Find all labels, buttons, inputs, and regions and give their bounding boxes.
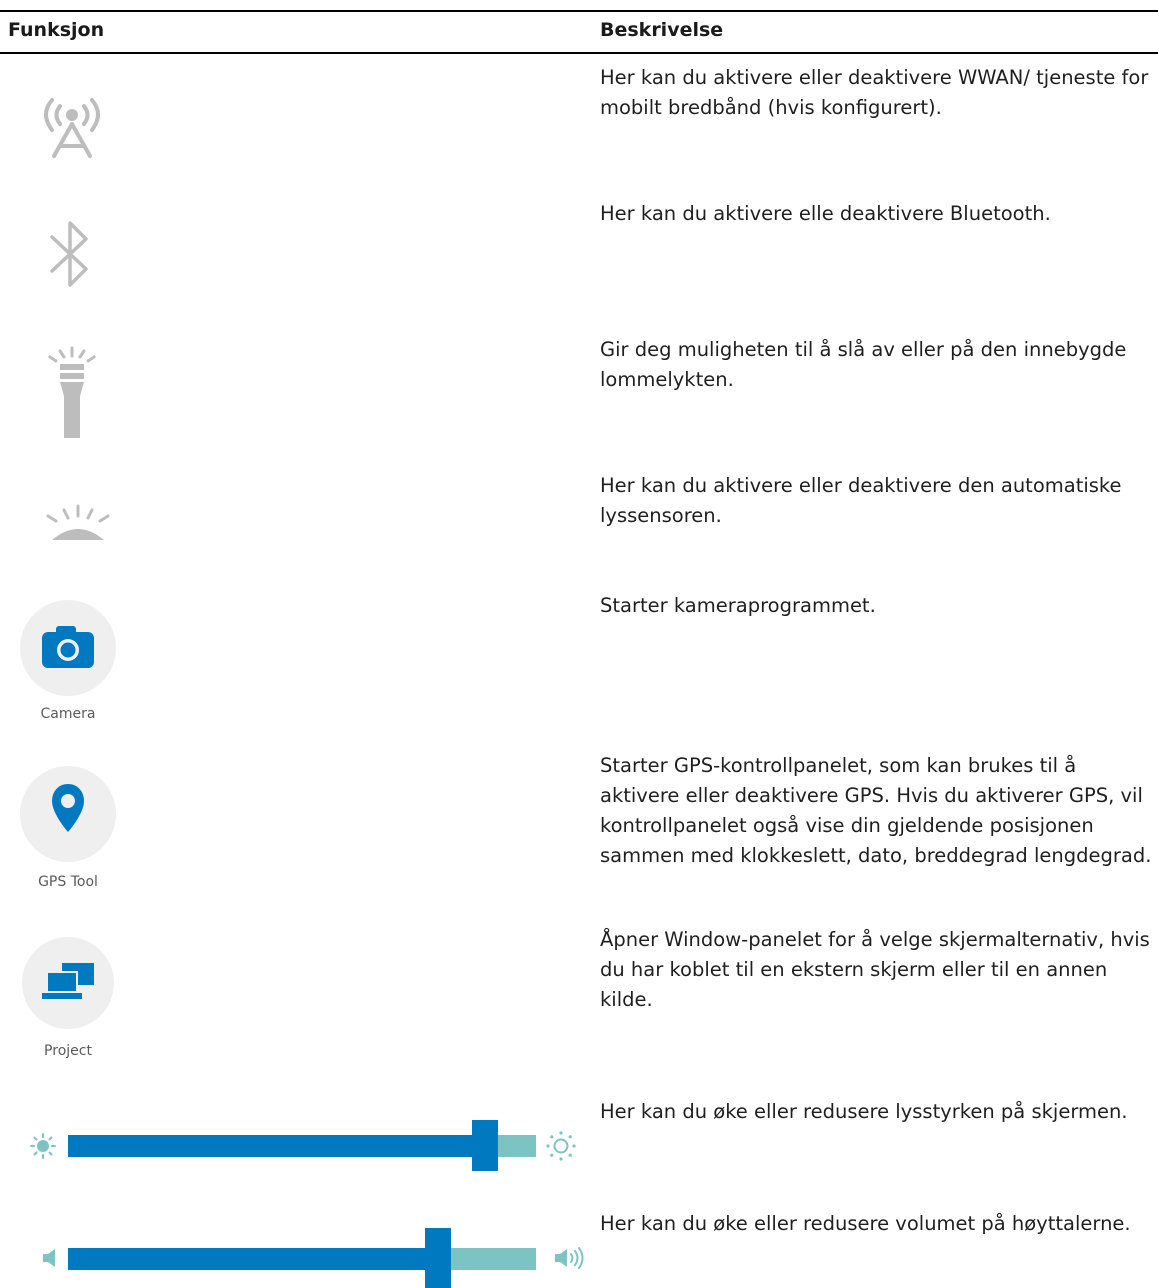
gps-tool-tile[interactable]: GPS Tool	[18, 766, 118, 896]
volume-track[interactable]	[68, 1248, 536, 1270]
camera-tile[interactable]: Camera	[18, 600, 118, 730]
flashlight-icon[interactable]	[40, 346, 104, 442]
brightness-high-icon	[546, 1131, 576, 1161]
tile-label-camera: Camera	[40, 706, 96, 722]
wwan-antenna-icon[interactable]	[32, 86, 112, 166]
volume-thumb[interactable]	[425, 1228, 451, 1288]
brightness-thumb[interactable]	[472, 1120, 498, 1171]
brightness-low-icon	[30, 1133, 56, 1159]
project-screens-icon	[42, 963, 94, 999]
gps-pin-icon	[52, 784, 84, 832]
light-sensor-icon[interactable]	[30, 500, 126, 550]
tile-label-project: Project	[44, 1043, 92, 1059]
volume-high-icon	[555, 1247, 584, 1269]
brightness-slider[interactable]	[30, 1115, 590, 1175]
row-description-volume: Her kan du øke eller redusere volumet på…	[600, 1212, 1131, 1235]
row-description-camera: Starter kameraprogrammet.	[600, 594, 876, 617]
row-description-project: Åpner Window-panelet for å velge skjerma…	[600, 928, 1150, 1011]
brightness-fill	[68, 1135, 485, 1157]
camera-icon	[42, 626, 94, 668]
volume-remaining	[438, 1248, 536, 1270]
column-header-description: Beskrivelse	[600, 19, 724, 41]
volume-low-icon	[43, 1249, 55, 1267]
row-description-bluetooth: Her kan du aktivere elle deaktivere Blue…	[600, 202, 1051, 225]
bluetooth-icon[interactable]	[42, 217, 98, 293]
project-tile[interactable]: Project	[20, 937, 116, 1067]
row-description-brightness: Her kan du øke eller redusere lysstyrken…	[600, 1100, 1128, 1123]
row-description-flashlight: Gir deg muligheten til å slå av eller på…	[600, 338, 1127, 391]
tile-label-gps: GPS Tool	[38, 874, 98, 890]
brightness-track[interactable]	[68, 1135, 536, 1157]
row-description-gps: Starter GPS-kontrollpanelet, som kan bru…	[600, 754, 1152, 867]
row-description-wwan: Her kan du aktivere eller deaktivere WWA…	[600, 66, 1149, 119]
table-top-rule	[0, 10, 1158, 12]
volume-fill	[68, 1248, 438, 1270]
header-divider	[0, 52, 1158, 54]
row-description-light-sensor: Her kan du aktivere eller deaktivere den…	[600, 474, 1122, 527]
column-header-function: Funksjon	[8, 19, 105, 41]
volume-slider[interactable]	[42, 1226, 590, 1288]
